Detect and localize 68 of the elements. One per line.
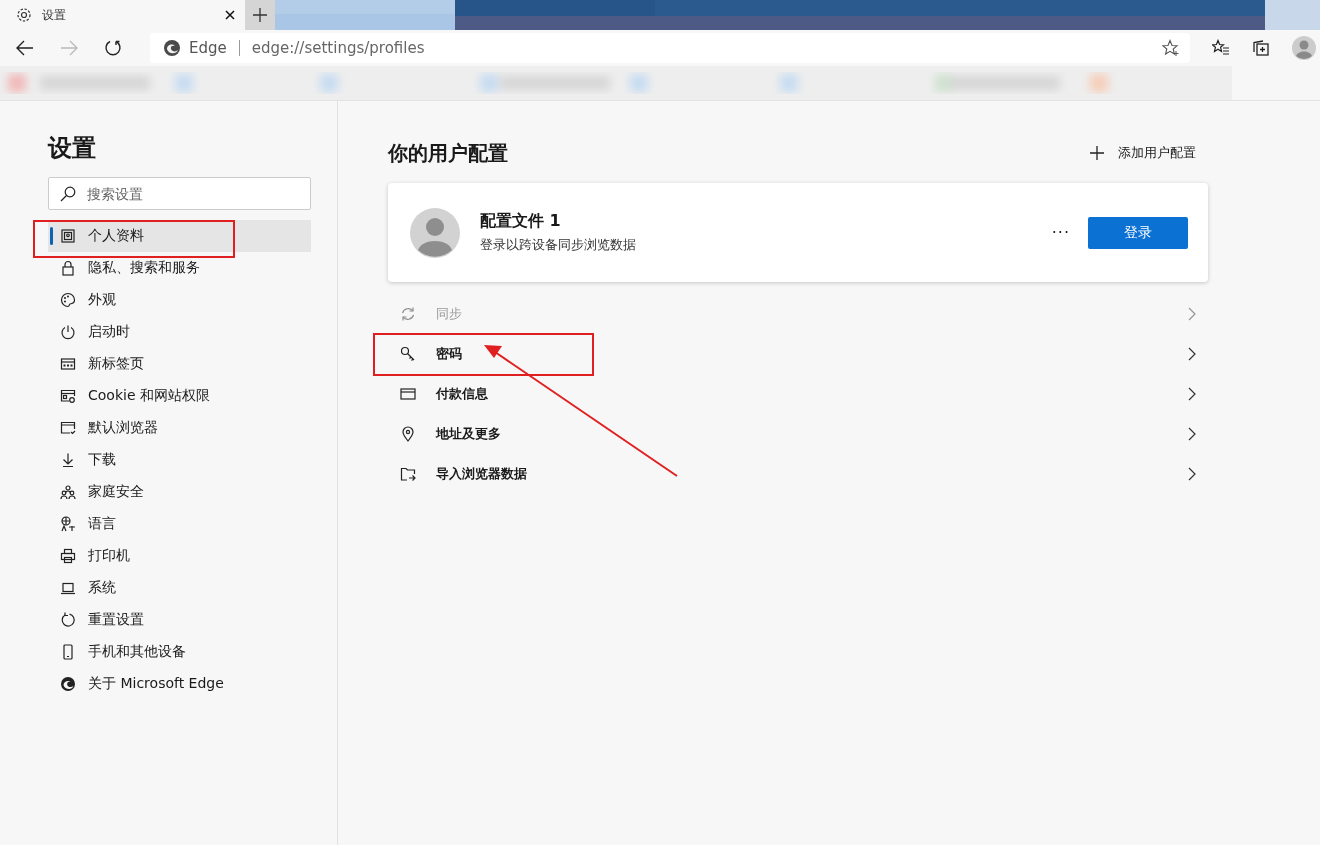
printer-icon <box>60 548 76 564</box>
settings-row[interactable]: 地址及更多 <box>388 414 1208 454</box>
chevron-right-icon <box>1188 347 1196 361</box>
settings-row[interactable]: 导入浏览器数据 <box>388 454 1208 494</box>
sidebar-item[interactable]: 语言 <box>48 508 311 540</box>
new-tab-page-icon <box>60 356 76 372</box>
profile-subtitle: 登录以跨设备同步浏览数据 <box>480 236 637 254</box>
add-profile-button[interactable]: 添加用户配置 <box>1090 144 1208 162</box>
sidebar-item[interactable]: 打印机 <box>48 540 311 572</box>
chevron-right-icon <box>1188 387 1196 401</box>
power-icon <box>60 324 76 340</box>
location-pin-icon <box>400 426 416 442</box>
chevron-right-icon <box>1188 467 1196 481</box>
sidebar-item[interactable]: 外观 <box>48 284 311 316</box>
edge-logo-icon <box>60 676 76 692</box>
chevron-right-icon <box>1188 427 1196 441</box>
sidebar-item[interactable]: 启动时 <box>48 316 311 348</box>
key-icon <box>400 346 416 362</box>
language-icon <box>60 516 76 532</box>
favorites-icon[interactable] <box>1212 39 1230 57</box>
sidebar-item[interactable]: Cookie 和网站权限 <box>48 380 311 412</box>
more-button[interactable]: ··· <box>1051 223 1070 242</box>
back-icon[interactable] <box>16 40 34 56</box>
edge-logo-icon <box>163 39 181 57</box>
sidebar-item[interactable]: 个人资料 <box>48 220 311 252</box>
lock-icon <box>60 260 76 276</box>
address-bar[interactable]: Edge edge://settings/profiles <box>150 33 1190 63</box>
star-plus-icon[interactable] <box>1162 39 1180 57</box>
plus-icon <box>1090 146 1104 160</box>
sidebar-item[interactable]: 系统 <box>48 572 311 604</box>
family-icon <box>60 484 76 500</box>
sign-in-button[interactable]: 登录 <box>1088 216 1188 249</box>
plus-icon <box>253 8 267 22</box>
settings-icon <box>16 7 32 23</box>
site-label: Edge <box>189 39 227 57</box>
sidebar-item[interactable]: 重置设置 <box>48 604 311 636</box>
sync-icon <box>400 306 416 322</box>
sidebar-item[interactable]: 新标签页 <box>48 348 311 380</box>
sidebar-item[interactable]: 默认浏览器 <box>48 412 311 444</box>
sidebar-item[interactable]: 手机和其他设备 <box>48 636 311 668</box>
refresh-icon[interactable] <box>104 39 122 57</box>
sidebar-item[interactable]: 隐私、搜索和服务 <box>48 252 311 284</box>
profile-avatar-icon <box>410 207 460 258</box>
profile-name: 配置文件 1 <box>480 211 562 232</box>
import-folder-icon <box>400 466 416 482</box>
collections-icon[interactable] <box>1252 39 1270 57</box>
profiles-heading: 你的用户配置 <box>388 139 508 167</box>
reset-icon <box>60 612 76 628</box>
laptop-icon <box>60 580 76 596</box>
search-field[interactable]: 搜索设置 <box>48 177 311 210</box>
settings-row[interactable]: 付款信息 <box>388 374 1208 414</box>
close-icon[interactable] <box>225 10 235 20</box>
avatar-icon[interactable] <box>1292 36 1316 60</box>
sidebar-item[interactable]: 家庭安全 <box>48 476 311 508</box>
site-permissions-icon <box>60 388 76 404</box>
palette-icon <box>60 292 76 308</box>
settings-heading: 设置 <box>48 133 97 164</box>
browser-window-icon <box>60 420 76 436</box>
card-icon <box>400 386 416 402</box>
download-icon <box>60 452 76 468</box>
profile-icon <box>60 228 76 244</box>
phone-icon <box>60 644 76 660</box>
browser-tab[interactable]: 设置 <box>0 0 245 30</box>
sidebar-item[interactable]: 关于 Microsoft Edge <box>48 668 311 700</box>
sidebar-item[interactable]: 下载 <box>48 444 311 476</box>
new-tab-button[interactable] <box>245 0 275 30</box>
url-text: edge://settings/profiles <box>251 39 425 57</box>
chevron-right-icon <box>1188 307 1196 321</box>
